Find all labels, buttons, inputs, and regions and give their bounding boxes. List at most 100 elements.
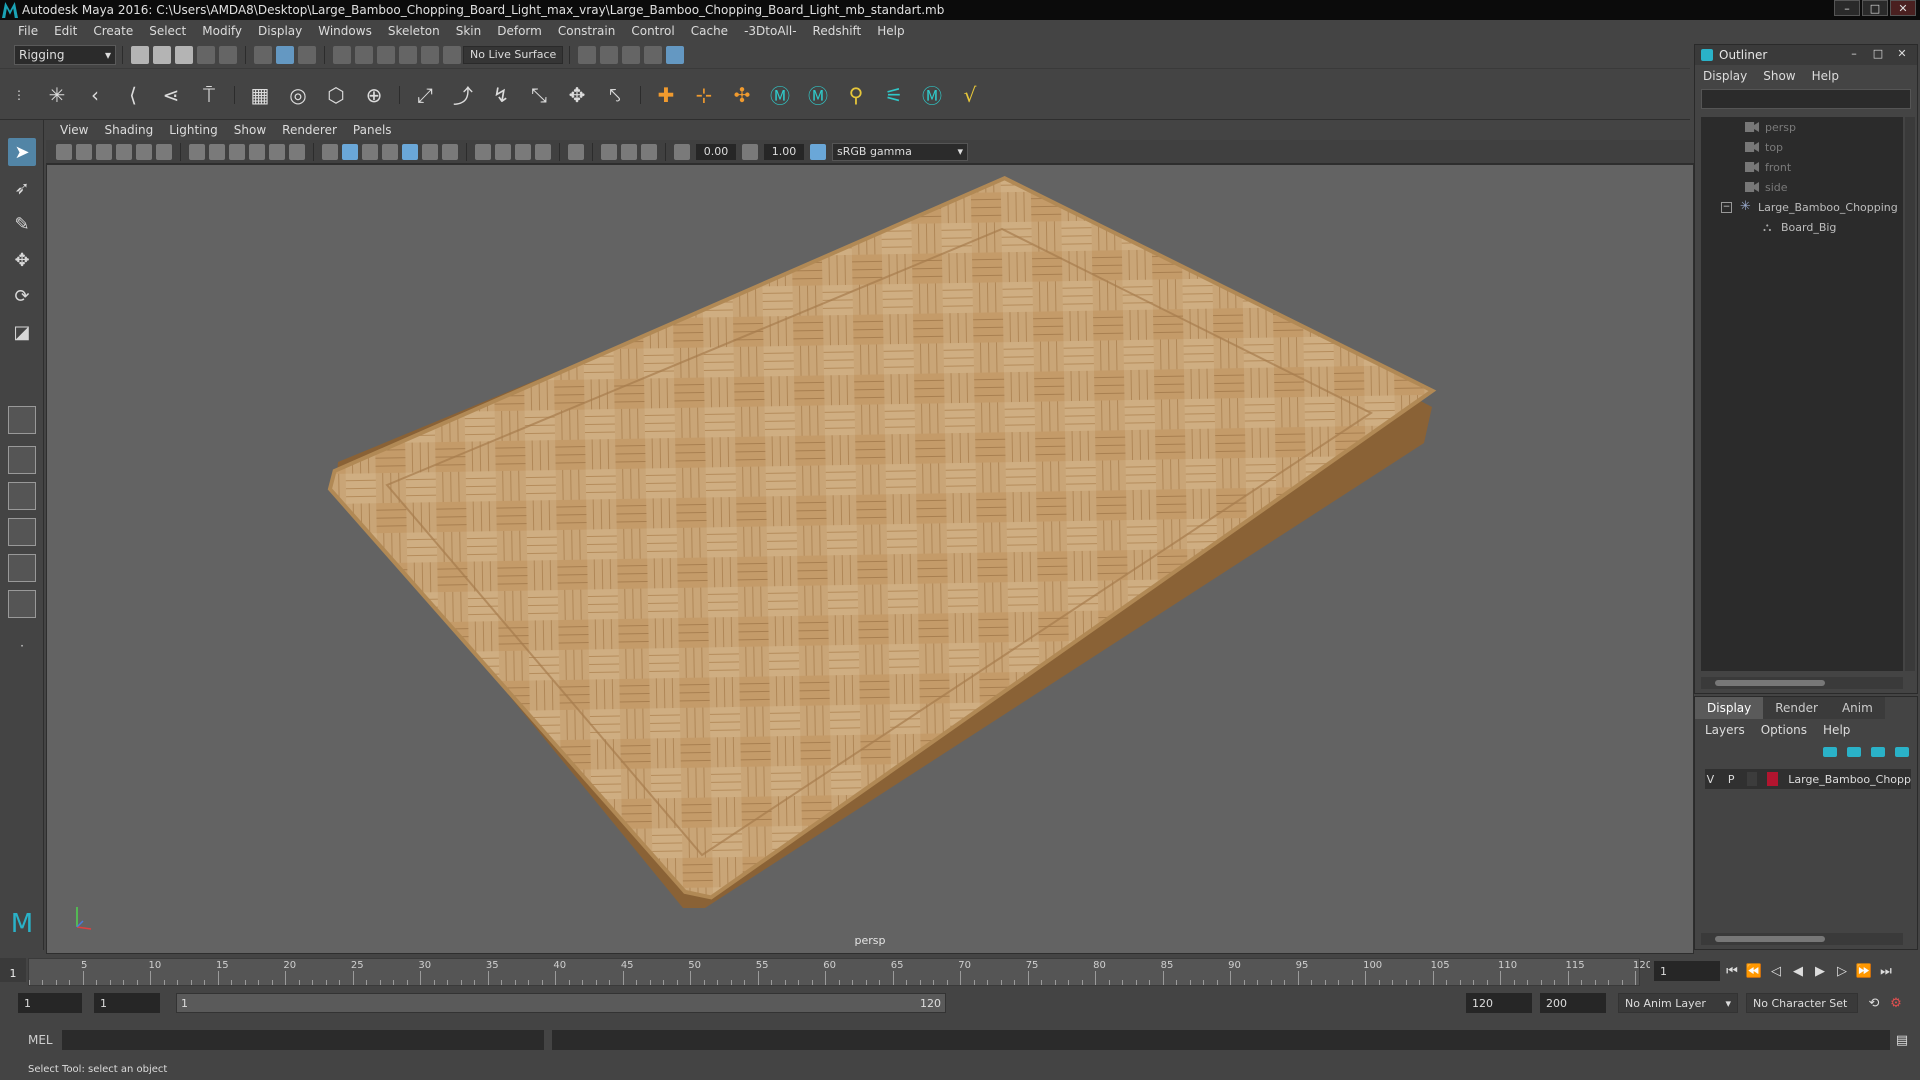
bind-skin-icon[interactable]: ⤢ [411,81,439,109]
camera-attributes-icon[interactable] [76,143,92,160]
outliner-menu-help[interactable]: Help [1812,69,1839,83]
outliner-close-button[interactable]: ✕ [1893,47,1911,61]
current-frame-field[interactable]: 1 [1654,961,1720,981]
menu-display[interactable]: Display [250,24,310,38]
orient-joint-icon[interactable]: ⍑ [195,81,223,109]
panel-menu-renderer[interactable]: Renderer [274,123,345,137]
panel-menu-show[interactable]: Show [226,123,274,137]
ambient-occlusion-icon[interactable] [475,143,491,160]
snap-curve-icon[interactable] [355,45,373,64]
panel-menu-shading[interactable]: Shading [96,123,161,137]
joint-tool-icon[interactable]: ✳ [43,81,71,109]
snap-point-icon[interactable] [377,45,395,64]
select-object-icon[interactable] [276,45,294,64]
render-view-icon[interactable] [578,45,597,64]
outliner-item-group[interactable]: − ✳ Large_Bamboo_Chopping [1701,197,1903,217]
ik-spline-icon[interactable]: ⟨ [119,81,147,109]
menu-3dtoall[interactable]: -3DtoAll- [736,24,804,38]
field-chart-icon[interactable] [269,143,285,160]
layer-display-type-toggle[interactable] [1746,772,1758,786]
layer-menu-help[interactable]: Help [1823,723,1850,737]
motion-trail-icon[interactable]: √ [956,81,984,109]
film-gate-icon[interactable] [209,143,225,160]
single-perspective-layout-icon[interactable] [8,406,36,434]
open-scene-icon[interactable] [153,45,171,64]
menu-modify[interactable]: Modify [194,24,250,38]
go-to-end-icon[interactable]: ⏭ [1876,961,1896,981]
play-forwards-icon[interactable]: ▶ [1810,961,1830,981]
wire-icon[interactable]: ⊕ [360,81,388,109]
gamma-icon[interactable] [742,143,758,160]
grease-pencil-icon[interactable] [156,143,172,160]
blendshape-icon[interactable]: ⤣ [601,81,629,109]
animation-start-field[interactable]: 1 [18,993,82,1013]
pan-zoom-icon[interactable] [136,143,152,160]
four-view-layout-icon[interactable] [8,446,36,474]
auto-key-icon[interactable]: ⟲ [1864,993,1884,1013]
go-to-start-icon[interactable]: ⏮ [1722,961,1742,981]
panel-menu-panels[interactable]: Panels [345,123,400,137]
menu-select[interactable]: Select [141,24,194,38]
textured-icon[interactable] [402,143,418,160]
lattice-icon[interactable]: ▦ [246,81,274,109]
skin-weights-icon[interactable]: ✥ [563,81,591,109]
xray-components-icon[interactable] [641,143,657,160]
close-button[interactable]: ✕ [1890,0,1916,16]
menu-skin[interactable]: Skin [448,24,490,38]
menu-deform[interactable]: Deform [489,24,550,38]
step-back-frame-icon[interactable]: ◁ [1766,961,1786,981]
menu-file[interactable]: File [10,24,46,38]
new-layer-from-selection-icon[interactable] [1895,747,1909,757]
resolution-gate-icon[interactable] [229,143,245,160]
select-hierarchy-icon[interactable] [254,45,272,64]
menu-redshift[interactable]: Redshift [805,24,870,38]
safe-action-icon[interactable] [289,143,305,160]
move-tool-icon[interactable]: ✥ [8,246,36,274]
smooth-shade-icon[interactable] [342,143,358,160]
anim-layer-select[interactable]: No Anim Layer ▾ [1618,993,1738,1013]
scrollbar-thumb[interactable] [1715,936,1825,942]
select-camera-icon[interactable] [56,143,72,160]
current-frame-marker[interactable]: 1 [0,958,26,982]
command-input[interactable] [62,1030,544,1050]
new-scene-icon[interactable] [131,45,149,64]
tab-anim[interactable]: Anim [1829,697,1885,719]
wireframe-icon[interactable] [322,143,338,160]
grid-icon[interactable] [189,143,205,160]
scrollbar-thumb[interactable] [1715,680,1825,686]
menu-set-select[interactable]: Rigging ▾ [14,44,116,65]
outliner-item-persp[interactable]: persp [1701,117,1903,137]
layer-menu-options[interactable]: Options [1761,723,1807,737]
menu-cache[interactable]: Cache [683,24,736,38]
script-editor-icon[interactable]: ▤ [1892,1030,1912,1050]
character-set-select[interactable]: No Character Set [1746,993,1858,1013]
isolate-select-icon[interactable] [568,143,584,160]
rotate-tool-icon[interactable]: ⟳ [8,282,36,310]
custom-layout-icon[interactable] [8,590,36,618]
outliner-item-side[interactable]: side [1701,177,1903,197]
persp-outliner-layout-icon[interactable] [8,482,36,510]
save-scene-icon[interactable] [175,45,193,64]
persp-hypershade-layout-icon[interactable] [8,554,36,582]
character-controls-icon[interactable]: Ⓜ [804,81,832,109]
undo-icon[interactable] [197,45,215,64]
time-slider[interactable]: 1 5 10 15 20 25 30 35 40 45 50 55 60 65 70 75 80 85 90 95 1… [0,954,1652,988]
snap-surface-icon[interactable] [421,45,439,64]
aim-constraint-icon[interactable]: ✣ [728,81,756,109]
outliner-menu-show[interactable]: Show [1763,69,1795,83]
xray-icon[interactable] [601,143,617,160]
ik-handle-icon[interactable]: ‹ [81,81,109,109]
hypershade-icon[interactable] [666,45,685,64]
menu-create[interactable]: Create [85,24,141,38]
lasso-tool-icon[interactable]: ➶ [8,174,36,202]
bookmark-icon[interactable] [96,143,112,160]
tab-render[interactable]: Render [1763,697,1830,719]
outliner-vertical-scrollbar[interactable] [1905,117,1915,671]
outliner-minimize-button[interactable]: – [1845,47,1863,61]
motion-blur-icon[interactable] [495,143,511,160]
image-plane-icon[interactable] [116,143,132,160]
playback-end-field[interactable]: 120 [1466,993,1532,1013]
use-lights-icon[interactable] [422,143,438,160]
detach-skin-icon[interactable]: ⤴ [449,81,477,109]
command-language-label[interactable]: MEL [28,1033,62,1047]
